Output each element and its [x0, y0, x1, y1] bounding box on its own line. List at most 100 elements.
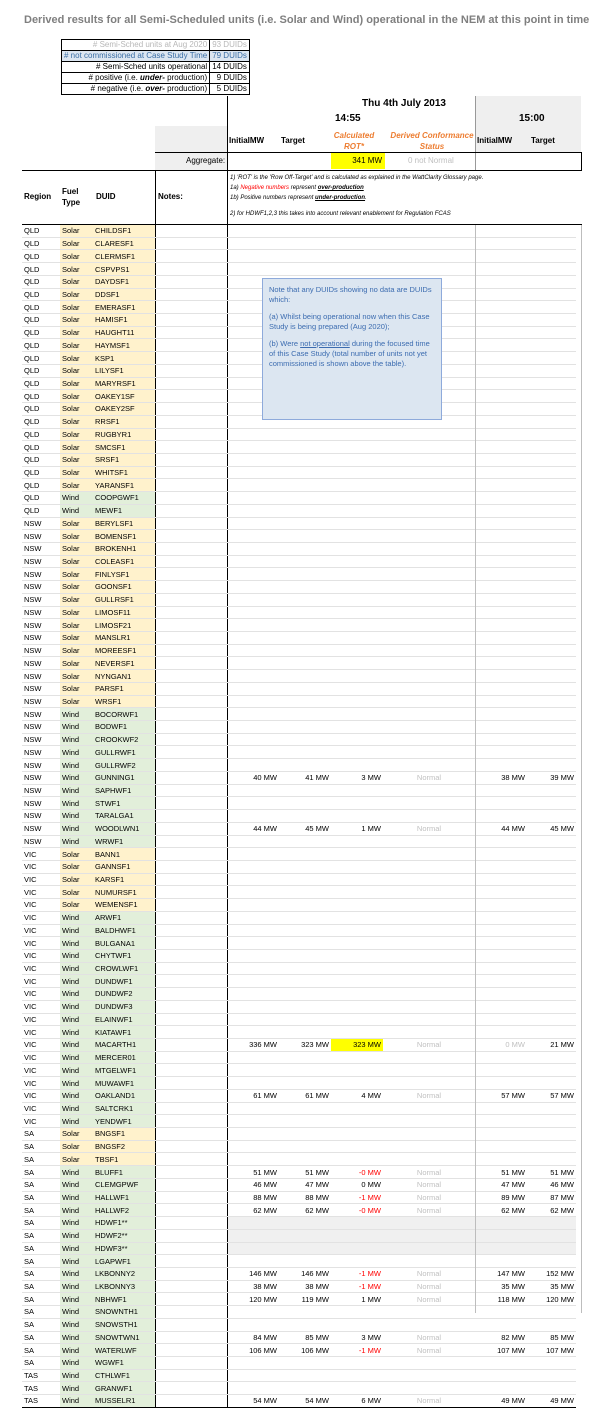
initialmw-2-cell [475, 580, 527, 594]
status-cell [383, 924, 475, 938]
fuel-type-cell: Solar [60, 428, 93, 442]
table-row: VIC Solar NUMURSF1 [22, 885, 576, 900]
region-cell: SA [22, 1280, 60, 1294]
fuel-type-cell: Wind [60, 1025, 93, 1039]
initialmw-cell [227, 428, 279, 442]
summary-label: # not commissioned at Case Study Time [60, 50, 211, 62]
initialmw-2-cell [475, 415, 527, 429]
initialmw-cell [227, 1013, 279, 1027]
rot-cell [331, 237, 383, 251]
notes-cell [154, 1318, 228, 1332]
target-cell [279, 1254, 331, 1268]
initialmw-cell [227, 1114, 279, 1129]
initialmw-cell [227, 733, 279, 747]
rot-cell [331, 618, 383, 632]
table-row: NSW Solar BROKENH1 [22, 542, 576, 556]
region-cell: VIC [22, 1051, 60, 1065]
table-row: VIC Wind ARWF1 [22, 911, 576, 925]
table-row: TAS Wind GRANWF1 [22, 1381, 576, 1396]
region-cell: NSW [22, 542, 60, 556]
initialmw-cell [227, 529, 279, 543]
table-row: SA Wind NBHWF1 120 MW 119 MW 1 MW Normal 118 MW… [22, 1292, 576, 1307]
region-cell: NSW [22, 707, 60, 722]
notes-cell [154, 809, 228, 823]
target-cell [279, 504, 331, 518]
notes-cell [154, 326, 228, 340]
status-cell: Normal [383, 1292, 475, 1307]
initialmw-cell [227, 466, 279, 480]
notes-cell [154, 1127, 228, 1141]
duid-cell: GUNNING1 [93, 771, 155, 785]
target-cell [279, 1152, 331, 1167]
duid-cell: HDWF2** [93, 1229, 155, 1243]
rot-cell: 3 MW [331, 771, 383, 785]
target-2-cell [527, 377, 576, 391]
target-cell [279, 249, 331, 264]
fuel-type-cell: Solar [60, 529, 93, 543]
region-cell: SA [22, 1203, 60, 1218]
summary-label-part: production) [164, 73, 208, 82]
fuel-type-cell: Wind [60, 1343, 93, 1357]
initialmw-2-cell [475, 225, 527, 238]
duid-cell: WHITSF1 [93, 466, 155, 480]
region-cell: SA [22, 1267, 60, 1281]
fuel-type-cell: Wind [60, 835, 93, 849]
status-cell [383, 249, 475, 264]
duid-cell: BNGSF2 [93, 1140, 155, 1154]
initialmw-2-cell [475, 695, 527, 709]
col-region: Region [24, 192, 52, 201]
initialmw-cell [227, 1381, 279, 1396]
footnote-text: 1a) [230, 185, 241, 192]
region-cell: NSW [22, 669, 60, 683]
notes-cell [154, 1254, 228, 1268]
target-cell: 85 MW [279, 1331, 331, 1345]
target-cell [279, 796, 331, 811]
target-cell [279, 873, 331, 887]
initialmw-2-cell [475, 1025, 527, 1039]
notes-cell [154, 606, 228, 620]
duid-cell: GULLRWF1 [93, 745, 155, 760]
target-cell [279, 809, 331, 823]
initialmw-2-cell: 44 MW [475, 822, 527, 836]
region-cell: QLD [22, 466, 60, 480]
duid-cell: WOODLWN1 [93, 822, 155, 836]
rot-cell [331, 491, 383, 505]
region-cell: VIC [22, 873, 60, 887]
region-cell: SA [22, 1216, 60, 1230]
rot-cell: -1 MW [331, 1191, 383, 1205]
notes-cell [154, 1178, 228, 1192]
initialmw-2-cell [475, 288, 527, 302]
duid-cell: BERYLSF1 [93, 516, 155, 531]
target-cell [279, 682, 331, 696]
region-cell: QLD [22, 288, 60, 302]
table-row: SA Wind CLEMGPWF 46 MW 47 MW 0 MW Normal 47 MW 4… [22, 1178, 576, 1192]
rot-cell: -0 MW [331, 1165, 383, 1179]
fuel-type-cell: Solar [60, 225, 93, 238]
duid-cell: LILYSF1 [93, 364, 155, 378]
initialmw-cell [227, 262, 279, 276]
target-2-cell: 49 MW [527, 1394, 576, 1408]
table-row: NSW Solar NYNGAN1 [22, 669, 576, 683]
initialmw-cell [227, 898, 279, 912]
region-cell: VIC [22, 1013, 60, 1027]
notes-cell [154, 225, 228, 238]
rot-cell [331, 962, 383, 976]
target-2-cell: 39 MW [527, 771, 576, 785]
fuel-type-cell: Wind [60, 822, 93, 836]
duid-cell: WEMENSF1 [93, 898, 155, 912]
target-2-cell [527, 440, 576, 454]
initialmw-cell [227, 1063, 279, 1078]
target-cell [279, 847, 331, 861]
fuel-type-cell: Solar [60, 618, 93, 632]
fuel-type-cell: Wind [60, 1229, 93, 1243]
duid-cell: BROKENH1 [93, 542, 155, 556]
target-cell [279, 1000, 331, 1014]
target-cell [279, 593, 331, 607]
notes-cell [154, 377, 228, 391]
status-cell [383, 809, 475, 823]
initialmw-2-cell [475, 1216, 527, 1230]
target-cell [279, 453, 331, 467]
rot-cell [331, 733, 383, 747]
notes-cell [154, 555, 228, 569]
region-cell: QLD [22, 237, 60, 251]
